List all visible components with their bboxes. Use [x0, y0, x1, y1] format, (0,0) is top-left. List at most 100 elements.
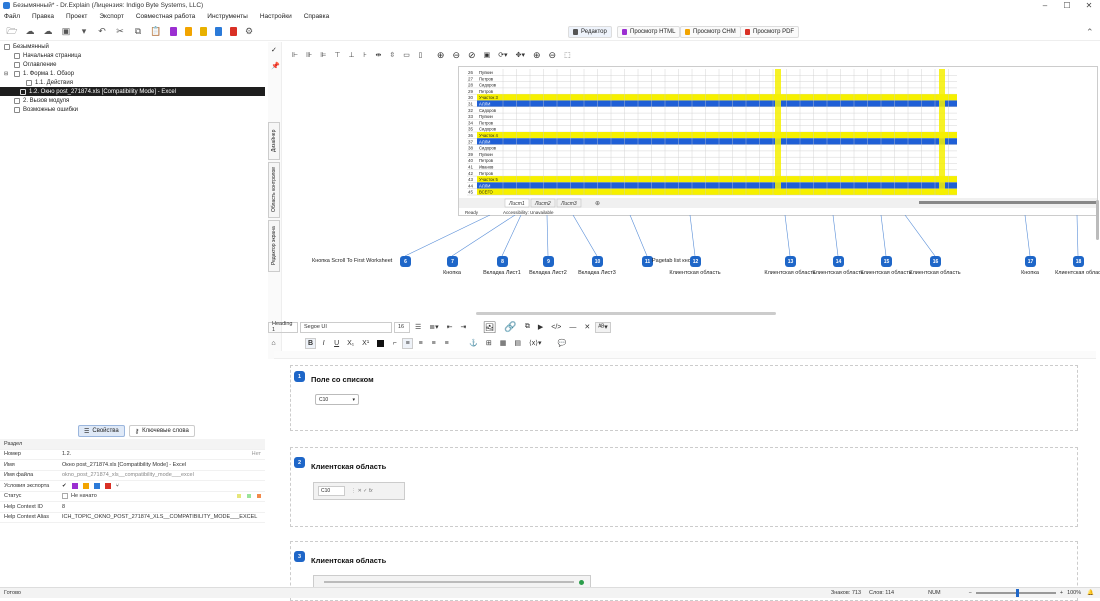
dropdown-icon[interactable]: ▾: [76, 25, 92, 39]
font-select[interactable]: Segoe UI: [300, 321, 392, 333]
callout-marker[interactable]: 9: [543, 256, 554, 267]
align-center-icon[interactable]: ⊪: [303, 50, 315, 61]
close-icon[interactable]: ✕: [1078, 1, 1100, 10]
branch-icon[interactable]: ⑂: [116, 483, 119, 489]
insert-code-icon[interactable]: </>: [548, 322, 564, 333]
bold-button[interactable]: B: [305, 337, 317, 349]
tab-html-preview[interactable]: Просмотр HTML: [617, 26, 681, 38]
distribute-h-icon[interactable]: ⇹: [373, 50, 385, 61]
collapse-icon[interactable]: ⌃: [1086, 27, 1094, 38]
tree-item[interactable]: Начальная страница: [0, 51, 265, 60]
menu-project[interactable]: Проект: [66, 13, 87, 20]
indent-icon[interactable]: ⇥: [458, 322, 470, 333]
tab-pdf-preview[interactable]: Просмотр PDF: [740, 26, 800, 38]
tree-item[interactable]: 1.1. Действия: [0, 78, 265, 87]
pin-icon[interactable]: 📌: [271, 62, 280, 70]
superscript-button[interactable]: X¹: [359, 338, 372, 349]
tab-screen-editor[interactable]: Редактор экрана: [268, 220, 280, 272]
font-size-select[interactable]: 16: [394, 321, 410, 333]
style-select[interactable]: Heading 1: [268, 321, 298, 333]
settings-gear-icon[interactable]: ⚙: [241, 25, 257, 39]
numbered-list-icon[interactable]: ≣▾: [426, 322, 441, 333]
anchor-icon[interactable]: ⚓: [466, 338, 481, 349]
tab-keywords[interactable]: ⚷ Ключевые слова: [128, 425, 195, 437]
menu-collab[interactable]: Совместная работа: [136, 13, 195, 20]
highlight-icon[interactable]: ⌐: [389, 338, 400, 349]
same-height-icon[interactable]: ▯: [415, 50, 426, 61]
pdf-toggle-icon[interactable]: [104, 482, 111, 489]
tools-icon[interactable]: ✕: [581, 322, 593, 333]
callout-marker[interactable]: 10: [592, 256, 603, 267]
html-toggle-icon[interactable]: [71, 482, 78, 489]
callout-marker[interactable]: 12: [690, 256, 701, 267]
tree-item-selected[interactable]: 1.2. Окно post_271874.xls [Compatibility…: [0, 87, 265, 96]
tab-editor[interactable]: Редактор: [568, 26, 612, 38]
frame-icon[interactable]: ▣: [481, 50, 494, 61]
vertical-scrollbar[interactable]: [1096, 200, 1099, 240]
tree-item[interactable]: ⊟ 1. Форма 1. Обзор: [0, 69, 265, 78]
check-icon[interactable]: ✔: [62, 483, 67, 489]
italic-button[interactable]: I: [318, 338, 329, 349]
zoom-in-icon[interactable]: ⊕: [530, 50, 544, 61]
align-right-icon[interactable]: ⊫: [317, 50, 329, 61]
align-bottom-icon[interactable]: ⊦: [360, 50, 371, 61]
copy-icon[interactable]: ⧉: [130, 25, 146, 39]
insert-image-icon[interactable]: 🖼: [479, 322, 499, 334]
tree-item[interactable]: Безымянный: [0, 42, 265, 51]
tab-controls-area[interactable]: Область контролов: [268, 162, 280, 218]
callout-marker[interactable]: 13: [785, 256, 796, 267]
export-html-icon[interactable]: [170, 27, 177, 36]
table-icon[interactable]: ▦: [497, 338, 510, 349]
menu-tools[interactable]: Инструменты: [207, 13, 248, 20]
formula-icon[interactable]: ⟨x⟩▾: [526, 338, 544, 349]
spellcheck-icon[interactable]: ᴬᴮ▾: [595, 321, 611, 333]
export-chm-icon[interactable]: [185, 27, 192, 36]
status-dot-green[interactable]: [247, 494, 251, 499]
undo-icon[interactable]: ↶: [94, 25, 110, 39]
move-icon[interactable]: ✥▾: [513, 50, 528, 61]
callout-marker[interactable]: 18: [1073, 256, 1084, 267]
hide-control-icon[interactable]: ⊘: [465, 50, 479, 61]
tree-item[interactable]: Оглавление: [0, 60, 265, 69]
status-checkbox[interactable]: [62, 493, 68, 500]
tree-item[interactable]: 2. Вызов модуля: [0, 96, 265, 105]
same-width-icon[interactable]: ▭: [400, 50, 413, 61]
underline-button[interactable]: U: [331, 338, 342, 349]
section-block[interactable]: 1 Поле со списком C10 ▾: [290, 365, 1078, 431]
clear-format-icon[interactable]: ⌂: [268, 338, 279, 349]
remove-control-icon[interactable]: ⊖: [449, 50, 463, 61]
add-control-icon[interactable]: ⊕: [434, 50, 448, 61]
chm-toggle-icon[interactable]: [82, 482, 89, 489]
callout-marker[interactable]: 16: [930, 256, 941, 267]
distribute-v-icon[interactable]: ⇳: [386, 50, 398, 61]
tab-designer[interactable]: Дизайнер: [268, 122, 280, 160]
export-word-icon[interactable]: [215, 27, 222, 36]
callout-marker[interactable]: 6: [400, 256, 411, 267]
maximize-icon[interactable]: ☐: [1056, 1, 1078, 10]
check-icon[interactable]: ✓: [271, 46, 277, 54]
status-dot-orange[interactable]: [257, 494, 261, 499]
callout-marker[interactable]: 8: [497, 256, 508, 267]
insert-screenshot-icon[interactable]: ⧉: [522, 322, 533, 333]
export-pdf-icon[interactable]: [230, 27, 237, 36]
menu-file[interactable]: Файл: [4, 13, 20, 20]
minimize-icon[interactable]: –: [1034, 1, 1056, 10]
callout-marker[interactable]: 15: [881, 256, 892, 267]
justify-text-icon[interactable]: ≡: [441, 338, 452, 349]
align-top-icon[interactable]: ⊤: [331, 50, 343, 61]
captured-screenshot[interactable]: 26 Пупкин 27 Петров 28 Сидоров 29 Петров 30 Участ…: [458, 66, 1098, 216]
section-block[interactable]: 2 Клиентская область C10 ⋮ ✕ ✓ fx: [290, 447, 1078, 527]
insert-table-icon[interactable]: ▤: [511, 338, 524, 349]
expand-icon[interactable]: ⊟: [4, 71, 14, 77]
export-doc-icon[interactable]: [200, 27, 207, 36]
word-toggle-icon[interactable]: [93, 482, 100, 489]
paste-icon[interactable]: 📋: [148, 25, 164, 39]
menu-edit[interactable]: Правка: [32, 13, 54, 20]
tab-properties[interactable]: ☰ Свойства: [78, 425, 125, 437]
zoom-out-icon[interactable]: ⊖: [546, 50, 560, 61]
text-color-button[interactable]: [374, 338, 387, 349]
tree-item[interactable]: Возможные ошибки: [0, 105, 265, 114]
align-middle-icon[interactable]: ⊥: [345, 50, 357, 61]
status-dot-yellow[interactable]: [237, 494, 241, 499]
cloud-download-icon[interactable]: ☁: [40, 25, 56, 39]
